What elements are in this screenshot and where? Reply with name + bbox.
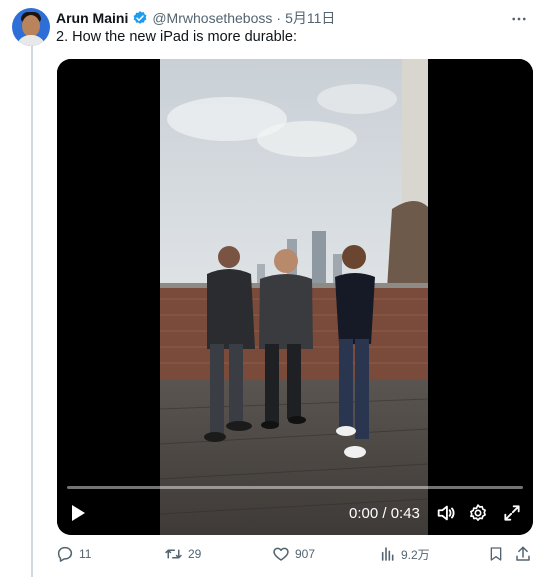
avatar[interactable] <box>12 8 50 46</box>
reply-count: 11 <box>79 547 92 561</box>
more-icon[interactable] <box>510 10 528 33</box>
video-time: 0:00 / 0:43 <box>349 505 420 522</box>
reply-button[interactable]: 11 <box>56 545 91 563</box>
author-name[interactable]: Arun Maini <box>56 10 128 26</box>
tweet-date[interactable]: 5月11日 <box>285 8 335 28</box>
share-icon <box>516 546 530 561</box>
views-button[interactable]: 9.2万 <box>380 545 430 563</box>
separator-dot: · <box>276 10 282 26</box>
video-player[interactable]: 0:00 / 0:43 <box>57 59 533 535</box>
video-progress-bar[interactable] <box>67 486 523 489</box>
retweet-count: 29 <box>188 547 202 561</box>
like-button[interactable]: 907 <box>272 545 315 563</box>
fullscreen-icon[interactable] <box>500 501 524 525</box>
views-count: 9.2万 <box>401 547 430 562</box>
tweet-actions: 11 29 907 9.2万 <box>56 545 540 567</box>
like-count: 907 <box>295 547 316 561</box>
tweet-header: Arun Maini @Mrwhosetheboss · 5月11日 <box>56 8 538 28</box>
share-button[interactable] <box>514 545 537 563</box>
play-icon[interactable] <box>67 502 89 524</box>
settings-icon[interactable] <box>466 501 490 525</box>
tweet-text: 2. How the new iPad is more durable: <box>56 29 297 45</box>
verified-badge-icon <box>132 10 148 26</box>
video-frame <box>57 59 533 535</box>
retweet-icon <box>165 549 182 559</box>
reply-icon <box>57 546 73 562</box>
author-handle[interactable]: @Mrwhosetheboss <box>152 10 272 26</box>
volume-icon[interactable] <box>434 501 458 525</box>
bookmark-icon <box>490 547 502 561</box>
thread-line <box>31 46 33 577</box>
views-icon <box>381 547 394 561</box>
like-icon <box>273 547 289 561</box>
retweet-button[interactable]: 29 <box>164 545 201 563</box>
bookmark-button[interactable] <box>488 545 509 563</box>
